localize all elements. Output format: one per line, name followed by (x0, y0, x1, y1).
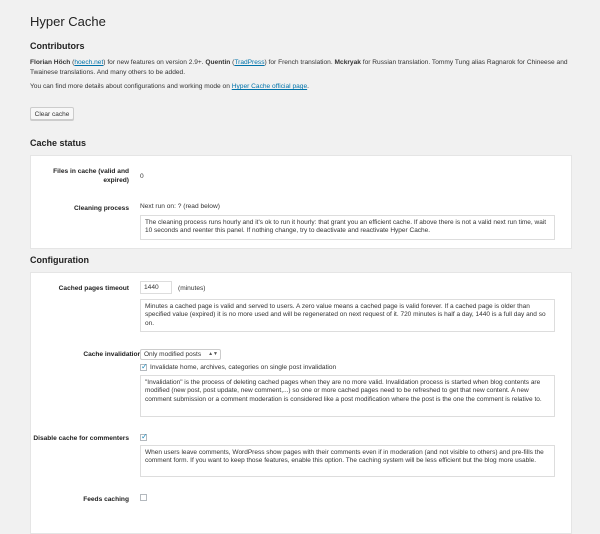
contributor-name: Florian Höch (30, 59, 71, 66)
disable-commenters-description: When users leave comments, WordPress sho… (140, 445, 555, 477)
timeout-label: Cached pages timeout (58, 285, 129, 292)
invalidation-description: "Invalidation" is the process of deletin… (140, 375, 555, 417)
files-in-cache-label: Files in cache (valid and expired) (53, 168, 129, 184)
cache-status-panel: Files in cache (valid and expired) 0 Cle… (30, 155, 572, 249)
checkmark-icon: ✓ (141, 432, 148, 441)
invalidate-home-checkbox[interactable]: ✓ (140, 362, 148, 371)
invalidate-home-label: Invalidate home, archives, categories on… (150, 364, 337, 371)
configuration-panel: Cached pages timeout (minutes) Minutes a… (30, 272, 572, 534)
disable-commenters-label: Disable cache for commenters (33, 435, 129, 442)
contributors-heading: Contributors (30, 41, 85, 51)
official-page-link[interactable]: Hyper Cache official page (232, 83, 307, 90)
clear-cache-button[interactable]: Clear cache (30, 107, 74, 120)
configuration-heading: Configuration (30, 255, 89, 265)
contributors-credits: Florian Höch (hoech.net) for new feature… (30, 59, 568, 76)
timeout-input[interactable] (140, 281, 172, 294)
disable-commenters-checkbox[interactable]: ✓ (140, 432, 148, 441)
cleaning-description: The cleaning process runs hourly and it'… (140, 215, 555, 240)
cleaning-next-run: Next run on: ? (read below) (140, 203, 220, 210)
page-title: Hyper Cache (30, 14, 106, 29)
invalidation-mode-select[interactable]: Only modified posts ▲▼ (140, 349, 221, 360)
cleaning-process-label: Cleaning process (74, 205, 129, 212)
files-in-cache-value: 0 (140, 173, 144, 180)
checkmark-icon: ✓ (141, 362, 148, 371)
cache-status-heading: Cache status (30, 138, 87, 148)
feeds-caching-checkbox[interactable] (140, 494, 147, 501)
tradpress-link[interactable]: TradPress (234, 59, 264, 66)
contributor-name: Mckryak (334, 59, 361, 66)
details-text: You can find more details about configur… (30, 83, 309, 90)
contributor-name: Quentin (205, 59, 231, 66)
timeout-description: Minutes a cached page is valid and serve… (140, 299, 555, 332)
timeout-unit: (minutes) (178, 285, 206, 292)
feeds-caching-label: Feeds caching (83, 496, 129, 503)
hoech-link[interactable]: hoech.net (74, 59, 103, 66)
select-arrows-icon: ▲▼ (208, 351, 218, 357)
